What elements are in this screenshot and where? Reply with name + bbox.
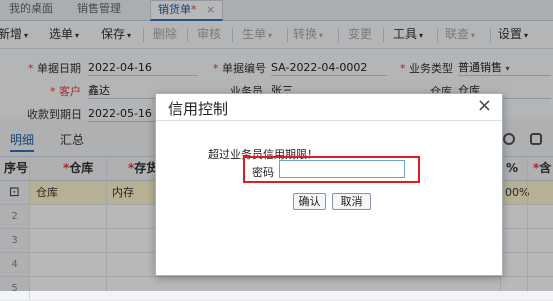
dialog-title-divider <box>156 120 502 121</box>
close-icon[interactable]: × <box>477 95 492 117</box>
dialog-title: 信用控制 <box>168 100 229 118</box>
cancel-button[interactable]: 取消 <box>332 193 371 210</box>
credit-control-dialog: 信用控制 × 超过业务员信用期限！ 密码 确认 取消 <box>155 93 503 276</box>
password-label: 密码 <box>252 166 274 179</box>
password-input[interactable] <box>279 160 405 178</box>
confirm-button[interactable]: 确认 <box>293 193 326 210</box>
